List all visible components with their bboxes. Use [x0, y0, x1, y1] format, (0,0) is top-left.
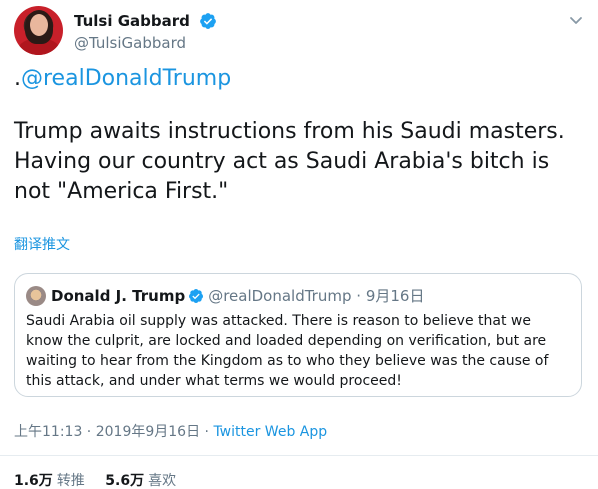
quoted-line: this attack, and under what terms we wou… — [26, 373, 402, 389]
quoted-tweet-text: Saudi Arabia oil supply was attacked. Th… — [26, 311, 576, 391]
chevron-down-icon[interactable] — [568, 12, 584, 28]
author-display-name[interactable]: Tulsi Gabbard — [74, 12, 190, 30]
tweet-stats: 1.6万 转推 5.6万 喜欢 — [14, 470, 192, 489]
author-name-block[interactable]: Tulsi Gabbard @TulsiGabbard — [74, 10, 217, 52]
mention-link[interactable]: @realDonaldTrump — [21, 66, 231, 91]
quoted-tweet-header: Donald J. Trump @realDonaldTrump · 9月16日 — [51, 285, 424, 306]
author-handle[interactable]: @TulsiGabbard — [74, 34, 217, 52]
verified-badge-icon — [200, 12, 216, 29]
likes-count[interactable]: 5.6万 — [105, 473, 144, 489]
tweet-line: Having our country act as Saudi Arabia's… — [14, 149, 550, 174]
divider — [0, 455, 598, 456]
quoted-tweet-card[interactable]: Donald J. Trump @realDonaldTrump · 9月16日… — [14, 273, 582, 397]
quoted-author-avatar — [26, 286, 46, 306]
author-avatar[interactable] — [14, 6, 63, 55]
tweet-date[interactable]: 2019年9月16日 — [96, 424, 200, 440]
quoted-line: know the culprit, are locked and loaded … — [26, 333, 547, 349]
likes-label[interactable]: 喜欢 — [148, 473, 176, 489]
avatar-face — [30, 14, 48, 36]
translate-tweet-link[interactable]: 翻译推文 — [14, 234, 70, 254]
retweets-label[interactable]: 转推 — [57, 473, 85, 489]
tweet-line: not "America First." — [14, 179, 229, 204]
tweet-line: Trump awaits instructions from his Saudi… — [14, 119, 565, 144]
retweets-count[interactable]: 1.6万 — [14, 473, 53, 489]
quoted-display-name: Donald J. Trump — [51, 286, 186, 305]
tweet-time[interactable]: 上午11:13 — [14, 424, 82, 440]
tweet-meta: 上午11:13 · 2019年9月16日 · Twitter Web App — [14, 421, 327, 441]
quoted-line: waiting to hear from the Kingdom as to w… — [26, 353, 549, 369]
verified-badge-icon — [189, 288, 204, 303]
quoted-separator: · — [356, 286, 362, 305]
quoted-date: 9月16日 — [365, 287, 425, 305]
tweet-header: Tulsi Gabbard @TulsiGabbard — [14, 6, 584, 55]
tweet-source-link[interactable]: Twitter Web App — [213, 424, 327, 440]
quoted-line: Saudi Arabia oil supply was attacked. Th… — [26, 313, 531, 329]
mention-prefix: . — [14, 66, 21, 91]
tweet-text: .@realDonaldTrump Trump awaits instructi… — [14, 64, 584, 207]
mention-line: .@realDonaldTrump — [14, 64, 584, 94]
meta-separator: · — [82, 424, 96, 440]
meta-separator: · — [200, 424, 214, 440]
quoted-handle: @realDonaldTrump — [208, 286, 352, 305]
